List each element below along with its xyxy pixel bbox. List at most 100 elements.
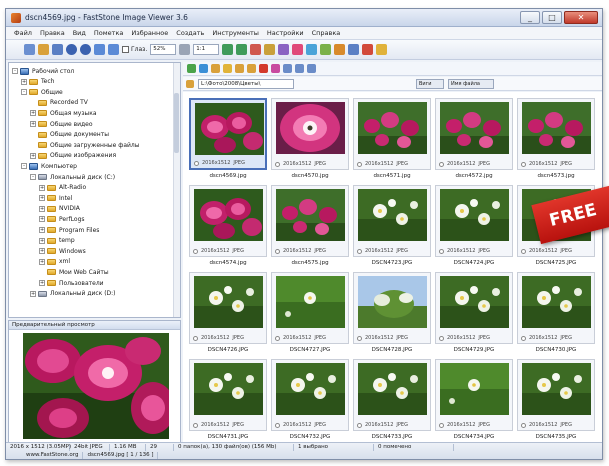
tree-item[interactable]: Общие загруженные файлы: [30, 141, 140, 149]
thumbnail-frame[interactable]: 2016x1512 JPEG: [353, 272, 431, 344]
tree-expander[interactable]: +: [39, 195, 45, 202]
tree-item[interactable]: + NVIDIA: [39, 205, 80, 213]
tree-item[interactable]: Recorded TV: [30, 99, 88, 107]
settings-icon[interactable]: [376, 44, 388, 55]
menu-view[interactable]: Вид: [69, 29, 90, 37]
thumbnail-image[interactable]: [358, 363, 427, 415]
thumbnail-checkbox[interactable]: [439, 422, 444, 428]
delete-icon[interactable]: [259, 64, 268, 73]
folder-icon[interactable]: [38, 44, 49, 55]
thumbnail-checkbox[interactable]: [357, 248, 362, 254]
tree-item[interactable]: Мои Web Сайты: [39, 268, 109, 276]
thumbnail-image[interactable]: [440, 189, 509, 241]
open-icon[interactable]: [24, 44, 35, 55]
tree-expander[interactable]: +: [39, 237, 45, 244]
thumbnail-image[interactable]: [522, 363, 591, 415]
thumbnail-checkbox[interactable]: [193, 335, 198, 341]
menu-create[interactable]: Создать: [172, 29, 208, 37]
tree-expander[interactable]: +: [30, 152, 36, 159]
thumbnail-image[interactable]: [276, 189, 345, 241]
thumbnail-image[interactable]: [276, 102, 345, 154]
tree-item[interactable]: - Локальный диск (C:): [30, 173, 115, 181]
menu-tools[interactable]: Инструменты: [208, 29, 263, 37]
checkbox-box[interactable]: [122, 46, 129, 53]
thumbnail-checkbox[interactable]: [194, 160, 199, 166]
thumbnail-image[interactable]: [276, 363, 345, 415]
print-icon[interactable]: [362, 44, 374, 55]
menu-settings[interactable]: Настройки: [263, 29, 308, 37]
tree-item[interactable]: Общие документы: [30, 131, 109, 139]
thumbnail-frame[interactable]: 2016x1512 JPEG: [271, 185, 349, 257]
tree-expander[interactable]: +: [39, 184, 45, 191]
thumbnail-image[interactable]: [522, 276, 591, 328]
thumbnail-checkbox[interactable]: [521, 335, 526, 341]
tree-item[interactable]: - Общие: [21, 88, 63, 96]
thumbnail-frame[interactable]: 2016x1512 JPEG: [271, 272, 349, 344]
tree-scrollbar[interactable]: [173, 63, 180, 317]
email-icon[interactable]: [348, 44, 360, 55]
thumbnail-item[interactable]: 2016x1512 JPEG DSCN4726.JPG: [189, 272, 269, 358]
thumbnail-item[interactable]: 2016x1512 JPEG DSCN4723.JPG: [353, 185, 433, 271]
tree-item[interactable]: + temp: [39, 237, 75, 245]
thumbnail-image[interactable]: [195, 103, 264, 155]
thumbnail-item[interactable]: 2016x1512 JPEG DSCN4734.JPG: [435, 359, 515, 443]
thumbnail-checkbox[interactable]: [275, 335, 280, 341]
thumbnail-image[interactable]: [358, 276, 427, 328]
thumbnail-checkbox[interactable]: [193, 248, 198, 254]
status-website[interactable]: www.FastStone.org: [6, 452, 84, 459]
compare-icon[interactable]: [283, 64, 292, 73]
thumbnail-frame[interactable]: 2016x1512 JPEG: [517, 359, 595, 431]
thumbnail-image[interactable]: [440, 102, 509, 154]
tree-item[interactable]: + Intel: [39, 194, 72, 202]
tree-item[interactable]: - Рабочий стол: [12, 67, 74, 75]
thumbnail-image[interactable]: [440, 363, 509, 415]
tree-expander[interactable]: +: [30, 110, 36, 117]
zoom-field[interactable]: 52%: [150, 44, 177, 55]
path-input[interactable]: L:\Фото\2008\Цветы\: [198, 78, 294, 89]
thumbnail-item[interactable]: 2016x1512 JPEG DSCN4732.JPG: [271, 359, 351, 443]
thumbnail-frame[interactable]: 2016x1512 JPEG: [353, 185, 431, 257]
red-eye-icon[interactable]: [292, 44, 304, 55]
thumbnail-checkbox[interactable]: [193, 422, 198, 428]
crop-icon[interactable]: [250, 44, 262, 55]
thumbnail-checkbox[interactable]: [357, 422, 362, 428]
rotate-left-icon[interactable]: [222, 44, 234, 55]
thumbnail-item[interactable]: 2016x1512 JPEG DSCN4733.JPG: [353, 359, 433, 443]
draw-icon[interactable]: [320, 44, 332, 55]
tree-expander[interactable]: -: [12, 68, 18, 74]
thumbnail-image[interactable]: [440, 276, 509, 328]
thumbnail-item[interactable]: 2016x1512 JPEG dscn4569.jpg: [189, 98, 269, 184]
color-icon[interactable]: [278, 44, 290, 55]
thumbnail-item[interactable]: 2016x1512 JPEG DSCN4724.JPG: [435, 185, 515, 271]
copy-to-icon[interactable]: [235, 64, 244, 73]
star-icon[interactable]: [223, 64, 232, 73]
tree-item[interactable]: + Tech: [21, 78, 54, 86]
up-folder-icon[interactable]: [199, 64, 208, 73]
thumbnail-frame[interactable]: 2016x1512 JPEG: [435, 272, 513, 344]
thumbnail-image[interactable]: [276, 276, 345, 328]
tree-expander[interactable]: -: [30, 174, 36, 180]
menu-file[interactable]: Файл: [10, 29, 36, 37]
tree-expander[interactable]: -: [21, 89, 27, 96]
tree-expander[interactable]: +: [39, 227, 45, 233]
thumbnail-item[interactable]: 2016x1512 JPEG DSCN4727.JPG: [271, 272, 351, 358]
thumbnail-checkbox[interactable]: [521, 422, 526, 428]
tree-expander[interactable]: +: [39, 280, 45, 286]
view-mode-icon[interactable]: [295, 64, 304, 73]
thumbnail-frame[interactable]: 2016x1512 JPEG: [189, 359, 267, 431]
tree-item[interactable]: + Program Files: [39, 226, 99, 234]
menu-edit[interactable]: Правка: [36, 29, 69, 37]
thumbnail-checkbox[interactable]: [521, 248, 526, 254]
tree-item[interactable]: + PerfLogs: [39, 215, 85, 223]
thumbnail-checkbox[interactable]: [521, 161, 526, 167]
refresh-icon[interactable]: [187, 64, 196, 73]
thumbnail-checkbox[interactable]: [439, 248, 444, 254]
thumbnail-frame[interactable]: 2016x1512 JPEG: [353, 359, 431, 431]
thumbnail-frame[interactable]: 2016x1512 JPEG: [189, 185, 267, 257]
thumbnail-item[interactable]: 2016x1512 JPEG dscn4570.jpg: [271, 98, 351, 184]
zoom-in-icon[interactable]: [94, 44, 105, 55]
tree-expander[interactable]: +: [39, 248, 45, 255]
tree-item[interactable]: - Компьютер: [21, 162, 77, 170]
thumbnail-image[interactable]: [194, 276, 263, 328]
close-button[interactable]: ✕: [564, 11, 598, 24]
